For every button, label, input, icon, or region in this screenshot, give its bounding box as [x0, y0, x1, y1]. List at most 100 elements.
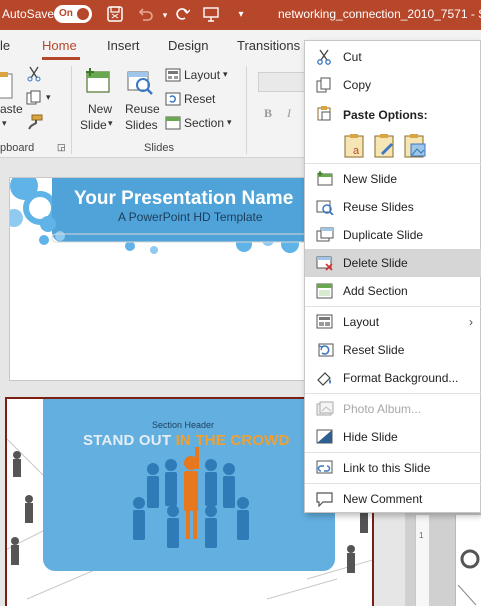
menu-item-layout[interactable]: Layout ›	[305, 308, 481, 336]
clipboard-group-label: pboard	[0, 142, 35, 154]
paste-button-label[interactable]: aste	[0, 102, 23, 116]
undo-dropdown-icon[interactable]: ▾	[156, 6, 174, 24]
menu-item-add-section[interactable]: Add Section	[305, 277, 481, 305]
slide-1-subtitle: A PowerPoint HD Template	[118, 210, 263, 224]
menu-item-hide-slide[interactable]: Hide Slide	[305, 423, 481, 451]
add-section-icon	[316, 283, 334, 299]
format-background-icon	[316, 370, 334, 386]
undo-icon[interactable]	[136, 6, 154, 24]
reset-icon[interactable]	[165, 92, 181, 109]
new-slide-icon[interactable]	[84, 68, 112, 99]
menu-item-duplicate-slide[interactable]: Duplicate Slide	[305, 221, 481, 249]
paste-use-destination-theme-icon[interactable]: a	[343, 133, 367, 159]
bold-button[interactable]: B	[264, 106, 272, 121]
copy-icon	[316, 77, 334, 93]
section-icon[interactable]	[165, 116, 181, 133]
paste-keep-source-formatting-icon[interactable]	[373, 133, 397, 159]
slide-2-title-part-1: STAND OUT	[83, 432, 176, 449]
paste-icon[interactable]	[0, 72, 16, 103]
duplicate-slide-icon	[316, 227, 334, 243]
reuse-slides-icon	[316, 199, 334, 216]
tab-insert[interactable]: Insert	[107, 38, 140, 53]
copy-icon[interactable]	[26, 90, 42, 109]
menu-item-photo-album[interactable]: Photo Album...	[305, 395, 481, 423]
reset-slide-icon	[316, 342, 334, 358]
canvas-figure	[457, 549, 480, 606]
cut-icon[interactable]	[27, 66, 41, 85]
layout-button-label[interactable]: Layout	[184, 68, 220, 82]
tab-transitions[interactable]: Transitions	[237, 38, 300, 53]
menu-item-reset-slide[interactable]: Reset Slide	[305, 336, 481, 364]
redo-icon[interactable]	[173, 6, 191, 24]
present-icon[interactable]	[202, 6, 220, 24]
menu-label-hide-slide: Hide Slide	[343, 430, 398, 444]
autosave-toggle[interactable]: On	[54, 5, 92, 23]
link-icon	[316, 460, 334, 476]
section-button-label[interactable]: Section	[184, 116, 224, 130]
menu-item-new-comment[interactable]: New Comment	[305, 485, 481, 513]
menu-label-delete-slide: Delete Slide	[343, 256, 408, 270]
menu-label-layout: Layout	[343, 315, 380, 329]
reset-button-label[interactable]: Reset	[184, 92, 215, 106]
menu-label-link-to-slide: Link to this Slide	[343, 461, 431, 475]
slide-1-title: Your Presentation Name	[74, 188, 294, 209]
clipboard-icon	[316, 105, 334, 121]
photo-album-icon	[316, 401, 334, 417]
slide-2-title-part-2: IN THE CROWD	[175, 432, 290, 449]
menu-label-new-comment: New Comment	[343, 492, 423, 506]
menu-label-cut: Cut	[343, 50, 362, 64]
menu-divider	[305, 306, 481, 307]
menu-item-cut[interactable]: Cut	[305, 43, 481, 71]
comment-icon	[316, 491, 334, 508]
menu-label-reset-slide: Reset Slide	[343, 343, 405, 357]
reuse-slides-icon[interactable]	[126, 68, 154, 99]
customize-toolbar-icon[interactable]: ▾	[232, 6, 250, 24]
submenu-arrow-icon: ›	[469, 315, 473, 329]
menu-item-format-background[interactable]: Format Background...	[305, 364, 481, 392]
slide-editor-canvas[interactable]	[455, 515, 481, 606]
menu-item-new-slide[interactable]: New Slide	[305, 165, 481, 193]
layout-icon	[316, 314, 334, 330]
menu-label-reuse-slides: Reuse Slides	[343, 200, 414, 214]
new-slide-dropdown-icon[interactable]: ▾	[108, 118, 113, 129]
tab-design[interactable]: Design	[168, 38, 208, 53]
new-slide-icon	[316, 171, 334, 187]
new-slide-label-2[interactable]: Slide	[80, 118, 107, 132]
layout-dropdown-icon[interactable]: ▾	[223, 69, 228, 80]
menu-label-add-section: Add Section	[343, 284, 408, 298]
autosave-toggle-label: On	[59, 8, 73, 19]
paste-dropdown-icon[interactable]: ▾	[2, 118, 7, 129]
svg-text:a: a	[353, 145, 360, 157]
menu-item-reuse-slides[interactable]: Reuse Slides	[305, 193, 481, 221]
menu-item-copy[interactable]: Copy	[305, 71, 481, 99]
tab-file[interactable]: le	[0, 38, 10, 53]
context-menu: Cut Copy Paste Options: a New Slide Reus…	[304, 40, 481, 513]
format-painter-icon[interactable]	[27, 114, 43, 133]
toggle-knob	[77, 8, 89, 20]
menu-item-delete-slide[interactable]: Delete Slide	[305, 249, 481, 277]
paste-as-picture-icon[interactable]	[403, 133, 427, 159]
save-icon[interactable]	[106, 6, 124, 24]
menu-label-photo-album: Photo Album...	[343, 402, 422, 416]
reuse-slides-label-1[interactable]: Reuse	[125, 102, 160, 116]
menu-label-copy: Copy	[343, 78, 372, 92]
menu-divider	[305, 483, 481, 484]
group-divider	[71, 66, 72, 154]
copy-dropdown-icon[interactable]: ▾	[46, 92, 51, 103]
vertical-ruler: 1	[415, 515, 429, 606]
group-divider	[246, 66, 247, 154]
menu-divider	[305, 452, 481, 453]
clipboard-launcher-icon[interactable]: ◲	[57, 142, 66, 153]
paste-options-heading: Paste Options:	[343, 108, 428, 122]
section-dropdown-icon[interactable]: ▾	[227, 117, 232, 128]
reuse-slides-label-2[interactable]: Slides	[125, 118, 158, 132]
layout-icon[interactable]	[165, 68, 181, 85]
title-bar: AutoSave On ▾ ▾ networking_connection_20…	[0, 0, 481, 30]
autosave-label: AutoSave	[2, 7, 55, 21]
tab-home[interactable]: Home	[42, 38, 77, 53]
new-slide-label-1[interactable]: New	[88, 102, 112, 116]
font-name-box[interactable]	[258, 72, 306, 92]
italic-button[interactable]: I	[287, 106, 291, 121]
menu-item-link-to-slide[interactable]: Link to this Slide	[305, 454, 481, 482]
slides-group-label: Slides	[144, 142, 174, 154]
